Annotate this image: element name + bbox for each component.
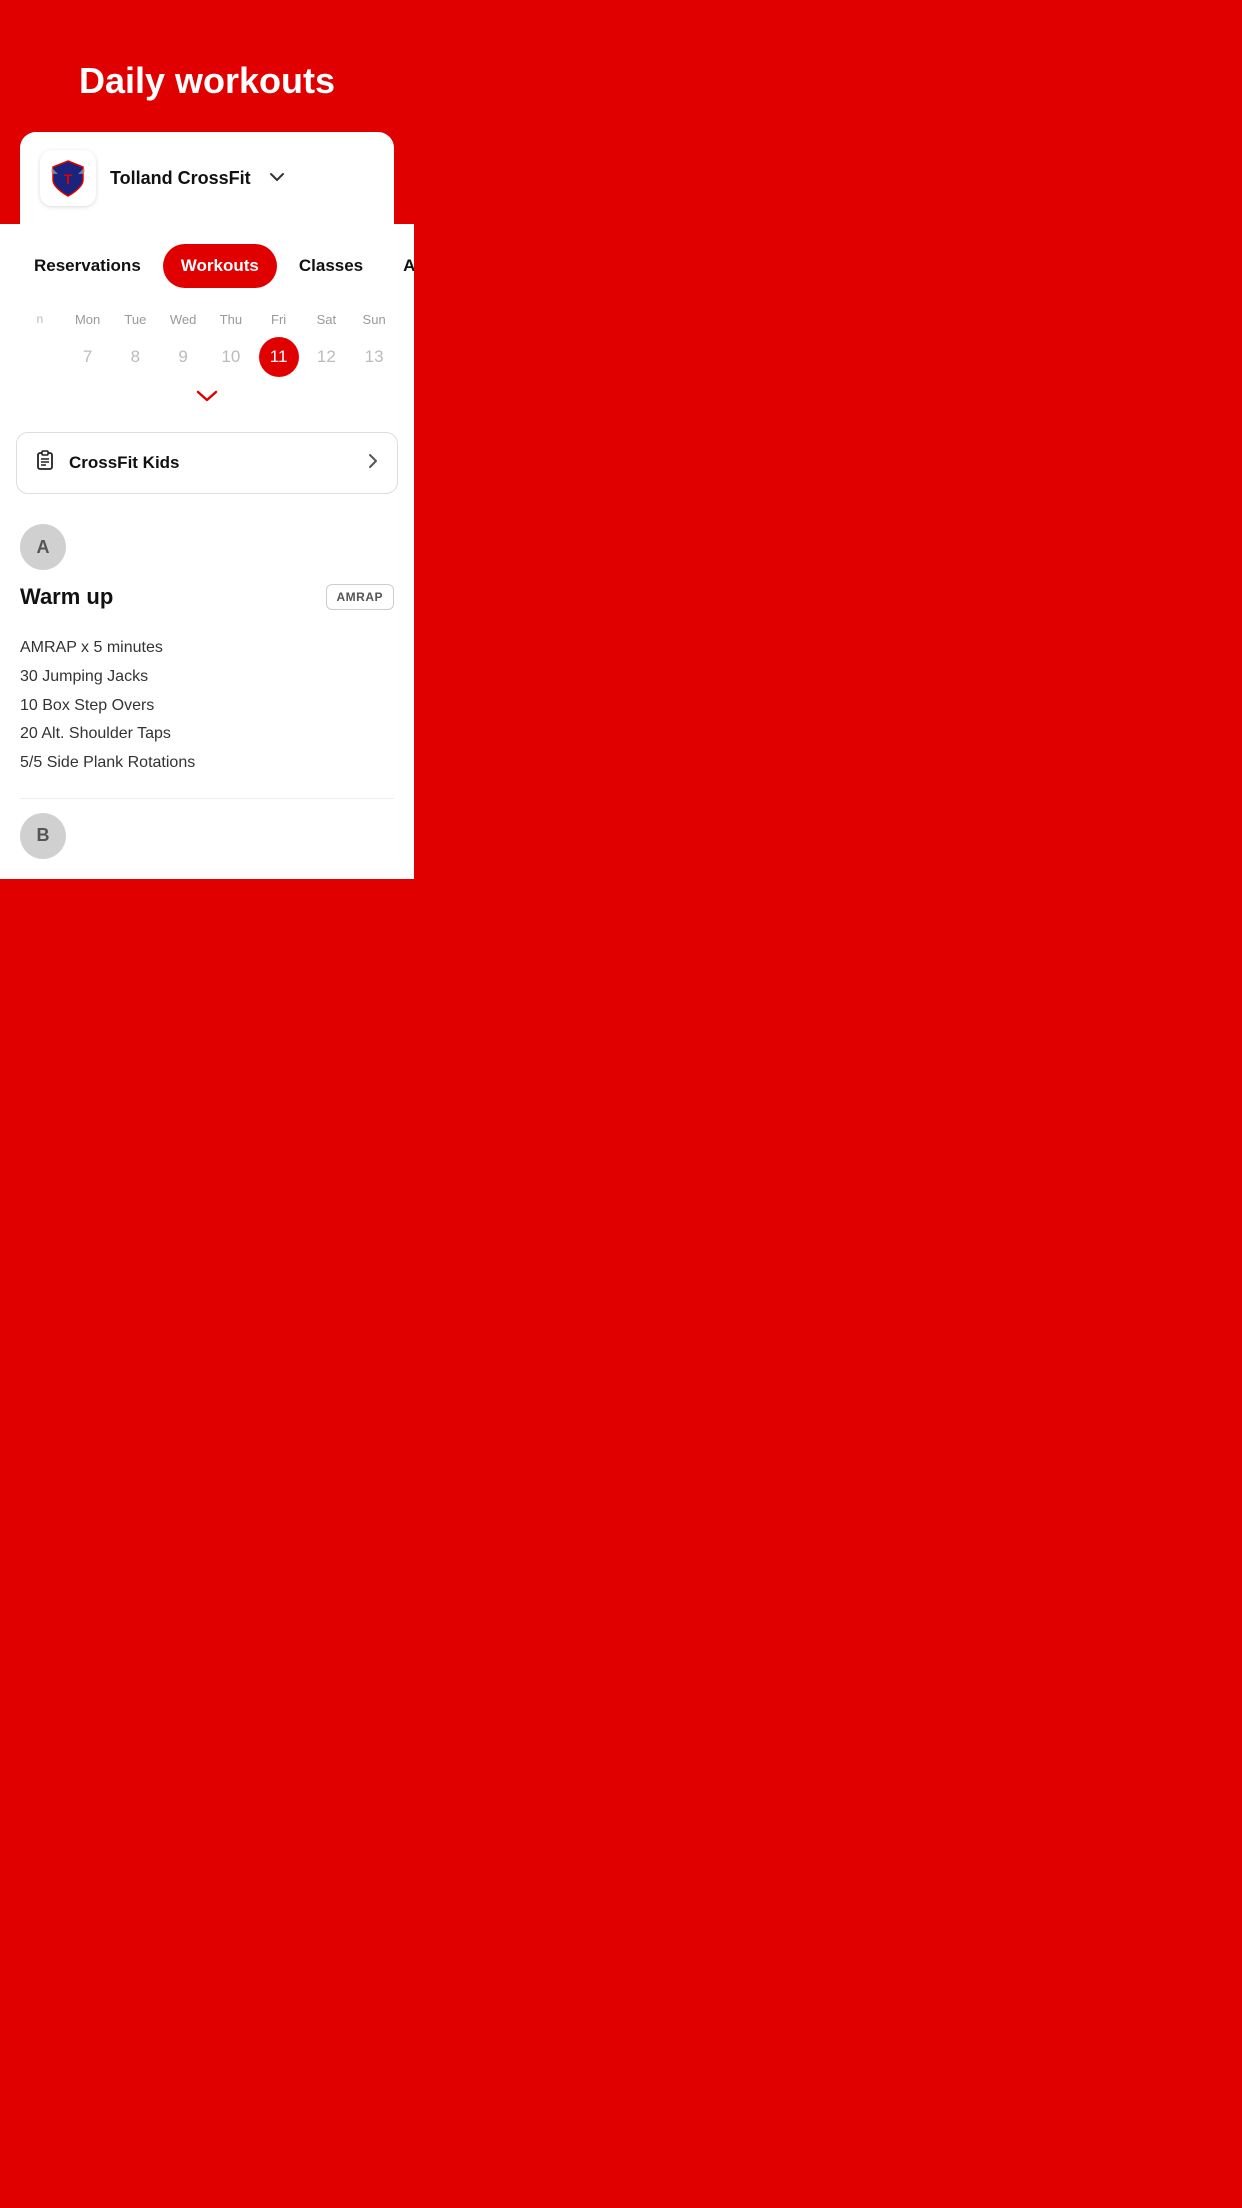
tab-reservations[interactable]: Reservations [16,244,159,288]
section-avatar-a: A [20,524,66,570]
page-title: Daily workouts [20,60,394,102]
gym-selector-wrapper: T Tolland CrossFit [0,132,414,224]
workout-selector-name: CrossFit Kids [69,453,355,473]
section-divider [20,798,394,799]
header-section: Daily workouts [0,0,414,132]
workout-line-4: 20 Alt. Shoulder Taps [20,720,394,749]
day-num-10[interactable]: 10 [207,339,255,375]
day-headers: n Mon Tue Wed Thu Fri Sat Sun [16,308,398,331]
amrap-badge: AMRAP [326,584,395,610]
day-header-sun: Sun [350,308,398,331]
workout-type-selector[interactable]: CrossFit Kids [16,432,398,494]
day-header-wed: Wed [159,308,207,331]
workout-line-5: 5/5 Side Plank Rotations [20,749,394,778]
main-card: Reservations Workouts Classes Ap n Mon T… [0,224,414,879]
workout-line-3: 10 Box Step Overs [20,692,394,721]
section-avatar-b: B [20,813,66,859]
workout-line-1: AMRAP x 5 minutes [20,634,394,663]
calendar-section: n Mon Tue Wed Thu Fri Sat Sun 7 8 9 10 1… [0,298,414,422]
clipboard-icon [35,449,57,477]
gym-selector[interactable]: T Tolland CrossFit [20,132,394,224]
day-num-8[interactable]: 8 [112,339,160,375]
day-num-11-today[interactable]: 11 [255,339,303,375]
day-numbers: 7 8 9 10 11 12 13 [16,339,398,375]
gym-chevron-icon [269,169,285,187]
calendar-expand-button[interactable] [16,381,398,422]
gym-logo: T [40,150,96,206]
workout-section-a: A Warm up AMRAP AMRAP x 5 minutes 30 Jum… [0,514,414,859]
tabs-container: Reservations Workouts Classes Ap [0,224,414,298]
warmup-title: Warm up [20,584,113,610]
svg-text:T: T [64,171,73,187]
gym-name: Tolland CrossFit [110,168,251,189]
day-header-thu: Thu [207,308,255,331]
workout-selector-chevron-icon [367,451,379,476]
day-num-9[interactable]: 9 [159,339,207,375]
day-header-mon: Mon [64,308,112,331]
tab-classes[interactable]: Classes [281,244,381,288]
day-header-fri: Fri [255,308,303,331]
day-num-7[interactable]: 7 [64,339,112,375]
section-header-a: Warm up AMRAP [20,584,394,610]
tab-workouts[interactable]: Workouts [163,244,277,288]
day-header-sat: Sat [303,308,351,331]
day-header-n: n [16,308,64,331]
day-num-12[interactable]: 12 [303,339,351,375]
day-num-13[interactable]: 13 [350,339,398,375]
day-header-tue: Tue [112,308,160,331]
workout-line-2: 30 Jumping Jacks [20,663,394,692]
day-num-blank-left [16,339,64,375]
tab-ap[interactable]: Ap [385,244,414,288]
workout-details: AMRAP x 5 minutes 30 Jumping Jacks 10 Bo… [20,626,394,798]
